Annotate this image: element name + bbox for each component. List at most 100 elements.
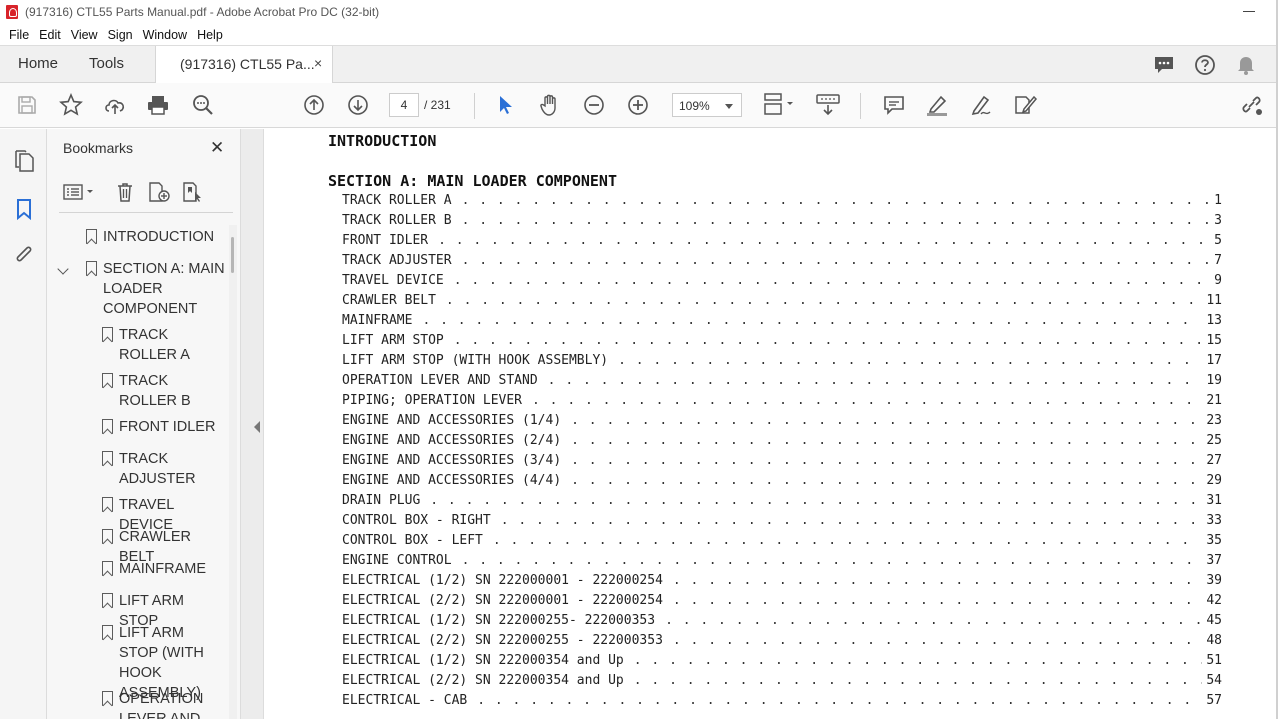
toc-page-number: 54 [1206,673,1222,688]
minimize-icon[interactable] [1242,4,1256,18]
comment-bubble-icon[interactable] [1153,54,1175,76]
toc-label: TRAVEL DEVICE [342,273,444,288]
chevron-down-icon[interactable] [57,263,69,275]
zoom-search-icon[interactable] [190,92,216,118]
previous-page-icon[interactable] [301,92,327,118]
comment-icon[interactable] [881,92,907,118]
bookmark-options-icon[interactable] [61,180,97,204]
toc-page-number: 48 [1206,633,1222,648]
star-icon[interactable] [58,92,84,118]
print-icon[interactable] [145,92,171,118]
menu-view[interactable]: View [66,28,103,42]
intro-heading[interactable]: INTRODUCTION [328,132,436,150]
toc-leader-dots: . . . . . . . . . . . . . . . . . . . . … [461,193,1211,208]
toc-row[interactable]: FRONT IDLER . . . . . . . . . . . . . . .… [342,233,1222,253]
toc-row[interactable]: TRACK ROLLER B . . . . . . . . . . . . . … [342,213,1222,233]
zoom-in-icon[interactable] [625,92,651,118]
toc-page-number: 1 [1214,193,1222,208]
help-icon[interactable] [1194,54,1216,76]
toc-label: ELECTRICAL (2/2) SN 222000354 and Up [342,673,624,688]
toc-leader-dots: . . . . . . . . . . . . . . . . . . . . … [500,513,1203,528]
bookmark-item[interactable]: INTRODUCTION [86,227,223,247]
bookmarks-scrollbar[interactable] [229,225,237,719]
toc-row[interactable]: DRAIN PLUG . . . . . . . . . . . . . . . … [342,493,1222,513]
toc-row[interactable]: TRACK ROLLER A . . . . . . . . . . . . . … [342,193,1222,213]
tab-tools[interactable]: Tools [89,46,124,83]
highlight-pen-icon[interactable] [924,92,950,118]
bookmarks-title: Bookmarks [63,140,134,156]
toc-row[interactable]: ELECTRICAL - CAB . . . . . . . . . . . . … [342,693,1222,713]
toc-row[interactable]: ENGINE AND ACCESSORIES (2/4) . . . . . . … [342,433,1222,453]
hand-tool-icon[interactable] [537,92,563,118]
toc-row[interactable]: OPERATION LEVER AND STAND . . . . . . . .… [342,373,1222,393]
pages-icon[interactable] [11,148,37,174]
toc-row[interactable]: ELECTRICAL (1/2) SN 222000354 and Up . . … [342,653,1222,673]
bookmark-item[interactable]: SECTION A: MAIN LOADER COMPONENT [86,259,227,319]
bookmark-item[interactable]: OPERATION LEVER AND STAND [102,689,225,719]
toc-row[interactable]: ENGINE AND ACCESSORIES (1/4) . . . . . . … [342,413,1222,433]
toc-row[interactable]: MAINFRAME . . . . . . . . . . . . . . . .… [342,313,1222,333]
delete-bookmark-icon[interactable] [113,180,137,204]
share-link-icon[interactable] [1239,92,1265,118]
toc-row[interactable]: ELECTRICAL (2/2) SN 222000354 and Up . . … [342,673,1222,693]
tab-home[interactable]: Home [18,46,58,83]
save-icon[interactable] [14,92,40,118]
upload-cloud-icon[interactable] [102,92,128,118]
menu-help[interactable]: Help [192,28,228,42]
bookmark-from-selection-icon[interactable] [181,180,205,204]
toc-row[interactable]: CRAWLER BELT . . . . . . . . . . . . . . … [342,293,1222,313]
attachment-icon[interactable] [11,242,37,268]
toc-page-number: 15 [1206,333,1222,348]
close-icon[interactable]: ✕ [210,138,224,158]
toc-leader-dots: . . . . . . . . . . . . . . . . . . . . … [422,313,1202,328]
toc-row[interactable]: LIFT ARM STOP (WITH HOOK ASSEMBLY) . . . … [342,353,1222,373]
bookmark-icon [102,561,113,576]
page-fit-icon[interactable] [762,92,796,118]
bookmark-icon[interactable] [11,196,37,222]
bookmark-item[interactable]: MAINFRAME [102,559,227,579]
select-cursor-icon[interactable] [493,92,519,118]
tab-close-icon[interactable]: × [314,55,322,71]
toc-row[interactable]: TRACK ADJUSTER . . . . . . . . . . . . . … [342,253,1222,273]
bookmarks-toolbar [59,177,233,213]
bookmark-item[interactable]: TRACK ADJUSTER [102,449,225,489]
toc-label: CRAWLER BELT [342,293,436,308]
menu-window[interactable]: Window [138,28,192,42]
menu-file[interactable]: File [4,28,34,42]
document-view[interactable]: INTRODUCTION SECTION A: MAIN LOADER COMP… [264,129,1278,719]
menu-sign[interactable]: Sign [103,28,138,42]
keyboard-scroll-icon[interactable] [815,92,841,118]
toc-row[interactable]: TRAVEL DEVICE . . . . . . . . . . . . . .… [342,273,1222,293]
toc-row[interactable]: CONTROL BOX - RIGHT . . . . . . . . . . .… [342,513,1222,533]
fill-sign-icon[interactable] [1012,92,1038,118]
tab-document[interactable]: (917316) CTL55 Pa... × [155,46,333,84]
zoom-level-select[interactable]: 109% [672,93,742,117]
chevron-left-icon[interactable] [254,421,260,433]
bookmarks-scroll-thumb[interactable] [231,237,234,273]
draw-pen-icon[interactable] [968,92,994,118]
toc-row[interactable]: PIPING; OPERATION LEVER . . . . . . . . .… [342,393,1222,413]
section-heading[interactable]: SECTION A: MAIN LOADER COMPONENT [328,172,617,190]
toc-row[interactable]: CONTROL BOX - LEFT . . . . . . . . . . . … [342,533,1222,553]
toc-row[interactable]: ENGINE CONTROL . . . . . . . . . . . . . … [342,553,1222,573]
zoom-out-icon[interactable] [581,92,607,118]
bookmark-item[interactable]: FRONT IDLER [102,417,225,437]
bookmark-item[interactable]: TRACK ROLLER A [102,325,225,365]
notification-bell-icon[interactable] [1235,54,1257,76]
toc-row[interactable]: ENGINE AND ACCESSORIES (4/4) . . . . . . … [342,473,1222,493]
toc-leader-dots: . . . . . . . . . . . . . . . . . . . . … [571,433,1202,448]
toc-row[interactable]: ELECTRICAL (1/2) SN 222000001 - 22200025… [342,573,1222,593]
toc-row[interactable]: ELECTRICAL (2/2) SN 222000255 - 22200035… [342,633,1222,653]
bookmark-label: MAINFRAME [119,561,206,577]
toc-page-number: 33 [1206,513,1222,528]
panel-collapse-handle[interactable] [240,129,264,719]
toc-row[interactable]: ELECTRICAL (1/2) SN 222000255- 222000353… [342,613,1222,633]
new-bookmark-icon[interactable] [147,180,171,204]
toc-row[interactable]: ELECTRICAL (2/2) SN 222000001 - 22200025… [342,593,1222,613]
toc-row[interactable]: ENGINE AND ACCESSORIES (3/4) . . . . . . … [342,453,1222,473]
next-page-icon[interactable] [345,92,371,118]
bookmark-item[interactable]: TRACK ROLLER B [102,371,225,411]
page-number-input[interactable]: 4 [389,93,419,117]
menu-edit[interactable]: Edit [34,28,66,42]
toc-row[interactable]: LIFT ARM STOP . . . . . . . . . . . . . .… [342,333,1222,353]
